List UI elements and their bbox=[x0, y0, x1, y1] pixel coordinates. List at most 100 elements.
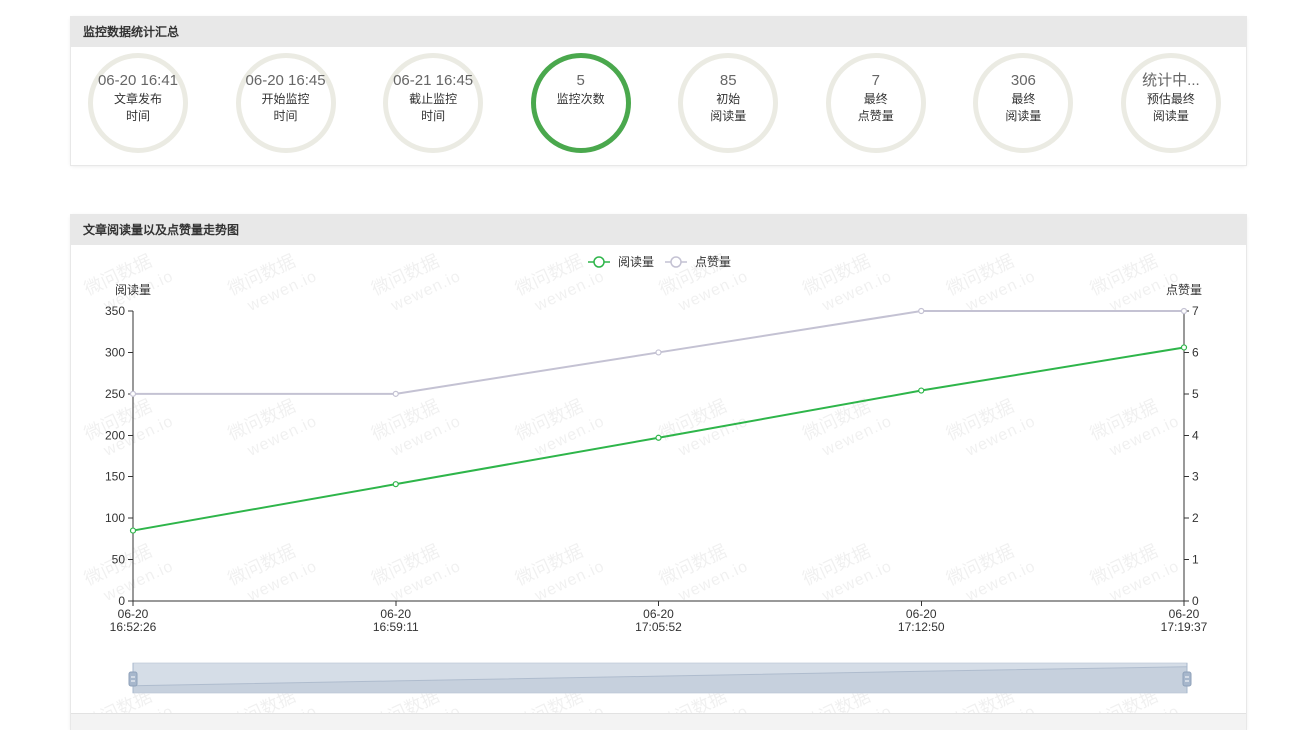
watermark: 微问数据wewen.io bbox=[512, 541, 607, 605]
trend-chart: 微问数据wewen.io 微问数据wewen.io 微问数据wewen.io 微问数据… bbox=[81, 251, 1208, 713]
data-point[interactable] bbox=[655, 434, 662, 441]
stat-label: 时间 bbox=[273, 109, 298, 123]
data-point[interactable] bbox=[129, 527, 137, 534]
watermark: 微问数据wewen.io bbox=[225, 541, 320, 605]
data-point[interactable] bbox=[918, 307, 925, 315]
y-axis-left-name: 阅读量 bbox=[115, 283, 151, 297]
x-tick-label: 06-20 17:12:50 bbox=[898, 607, 945, 634]
stat-final-likes: 7 最终 点赞量 bbox=[825, 53, 926, 153]
watermark: 微问数据wewen.io bbox=[943, 541, 1038, 605]
stat-label: 阅读量 bbox=[1152, 109, 1189, 123]
legend: 阅读量 点赞量 bbox=[588, 255, 731, 269]
y-left-tick-label: 200 bbox=[105, 428, 125, 442]
trend-panel-footer bbox=[71, 713, 1246, 730]
y-right-tick-label: 6 bbox=[1192, 345, 1199, 359]
summary-panel-title: 监控数据统计汇总 bbox=[71, 17, 1246, 47]
stat-value: 06-21 16:45 bbox=[393, 72, 474, 89]
y-left-tick-label: 50 bbox=[112, 553, 126, 567]
y-right-tick-label: 7 bbox=[1192, 304, 1199, 318]
stat-value: 5 bbox=[576, 72, 585, 89]
y-right-tick-label: 4 bbox=[1192, 428, 1199, 442]
y-right-tick-label: 1 bbox=[1192, 553, 1199, 567]
stat-value: 统计中... bbox=[1142, 72, 1200, 89]
handle-grip-icon bbox=[128, 671, 138, 687]
stat-label: 开始监控 bbox=[261, 92, 310, 106]
stat-value: 06-20 16:45 bbox=[245, 72, 326, 89]
stat-label: 文章发布 bbox=[113, 92, 162, 106]
handle-grip-icon bbox=[1182, 671, 1192, 687]
stat-monitor-count: 5 监控次数 bbox=[530, 53, 631, 153]
x-tick-label: 06-20 17:05:52 bbox=[635, 607, 682, 634]
stat-estimated-final-reads: 统计中... 预估最终 阅读量 bbox=[1120, 53, 1221, 153]
stat-label: 时间 bbox=[421, 109, 446, 123]
stat-label: 阅读量 bbox=[1005, 109, 1042, 123]
data-point[interactable] bbox=[392, 481, 399, 488]
stat-label: 点赞量 bbox=[857, 109, 894, 123]
y-right-tick-label: 0 bbox=[1192, 594, 1199, 608]
watermark: 微问数据wewen.io bbox=[656, 396, 751, 460]
x-tick-label: 06-20 17:19:37 bbox=[1161, 607, 1208, 634]
watermark: 微问数据wewen.io bbox=[369, 541, 464, 605]
watermark: 微问数据wewen.io bbox=[800, 541, 895, 605]
data-zoom-selected-range[interactable] bbox=[133, 663, 1187, 693]
watermark: 微问数据wewen.io bbox=[800, 251, 895, 315]
stat-publish-time: 06-20 16:41 文章发布 时间 bbox=[88, 53, 188, 153]
stat-label: 初始 bbox=[716, 92, 741, 106]
stat-label: 监控次数 bbox=[556, 92, 605, 106]
stat-label: 时间 bbox=[125, 109, 150, 123]
legend-label: 点赞量 bbox=[695, 255, 731, 269]
y-left-tick-label: 300 bbox=[105, 345, 125, 359]
stat-label: 最终 bbox=[1011, 92, 1036, 106]
stat-value: 85 bbox=[719, 72, 737, 89]
data-point[interactable] bbox=[392, 390, 399, 397]
stat-label: 阅读量 bbox=[710, 109, 747, 123]
y-right-tick-label: 5 bbox=[1192, 387, 1199, 401]
legend-marker-icon bbox=[593, 256, 605, 268]
x-tick-label: 06-20 16:52:26 bbox=[110, 607, 157, 634]
series-group bbox=[129, 307, 1188, 397]
legend-item[interactable]: 阅读量 bbox=[588, 255, 654, 269]
watermark: 微问数据wewen.io bbox=[225, 396, 320, 460]
watermark: 微问数据wewen.io bbox=[656, 541, 751, 605]
y-right-tick-label: 3 bbox=[1192, 470, 1199, 484]
legend-label: 阅读量 bbox=[618, 255, 654, 269]
watermark: 微问数据wewen.io bbox=[512, 396, 607, 460]
stat-final-reads: 306 最终 阅读量 bbox=[973, 53, 1074, 153]
data-point[interactable] bbox=[1180, 307, 1188, 315]
legend-marker-icon bbox=[670, 256, 682, 268]
data-point[interactable] bbox=[129, 390, 137, 397]
watermark: 微问数据wewen.io bbox=[800, 396, 895, 460]
summary-panel: 监控数据统计汇总 06-20 16:41 文章发布 时间 06-20 16:45… bbox=[71, 17, 1246, 165]
data-point[interactable] bbox=[918, 387, 925, 394]
stats-row: 06-20 16:41 文章发布 时间 06-20 16:45 开始监控 时间 … bbox=[88, 53, 1221, 153]
stat-initial-reads: 85 初始 阅读量 bbox=[678, 53, 779, 153]
watermark: 微问数据wewen.io bbox=[1087, 396, 1182, 460]
data-point[interactable] bbox=[655, 349, 662, 356]
watermark-layer: 微问数据wewen.io 微问数据wewen.io 微问数据wewen.io 微问数据… bbox=[81, 251, 1182, 713]
stat-monitor-end-time: 06-21 16:45 截止监控 时间 bbox=[383, 53, 484, 153]
watermark: 微问数据wewen.io bbox=[81, 396, 176, 460]
y-axis-right-name: 点赞量 bbox=[1166, 283, 1202, 297]
watermark: 微问数据wewen.io bbox=[943, 396, 1038, 460]
watermark: 微问数据wewen.io bbox=[81, 541, 176, 605]
y-left-tick-label: 0 bbox=[118, 594, 125, 608]
stat-value: 7 bbox=[871, 72, 880, 89]
stat-monitor-start-time: 06-20 16:45 开始监控 时间 bbox=[235, 53, 336, 153]
watermark: 微问数据wewen.io bbox=[369, 251, 464, 315]
data-zoom-slider[interactable] bbox=[128, 662, 1192, 694]
trend-panel-title: 文章阅读量以及点赞量走势图 bbox=[71, 215, 1246, 245]
data-point[interactable] bbox=[1180, 344, 1188, 351]
y-left-tick-label: 350 bbox=[105, 304, 125, 318]
watermark: 微问数据wewen.io bbox=[1087, 541, 1182, 605]
y-left-tick-label: 100 bbox=[105, 511, 125, 525]
stat-value: 306 bbox=[1010, 72, 1036, 89]
y-left-tick-label: 150 bbox=[105, 470, 125, 484]
watermark: 微问数据wewen.io bbox=[369, 396, 464, 460]
stat-label: 预估最终 bbox=[1146, 92, 1195, 106]
y-left-tick-label: 250 bbox=[105, 387, 125, 401]
stat-label: 截止监控 bbox=[409, 92, 458, 106]
y-right-tick-label: 2 bbox=[1192, 511, 1199, 525]
legend-item[interactable]: 点赞量 bbox=[665, 255, 731, 269]
watermark: 微问数据wewen.io bbox=[512, 251, 607, 315]
stat-label: 最终 bbox=[863, 92, 888, 106]
